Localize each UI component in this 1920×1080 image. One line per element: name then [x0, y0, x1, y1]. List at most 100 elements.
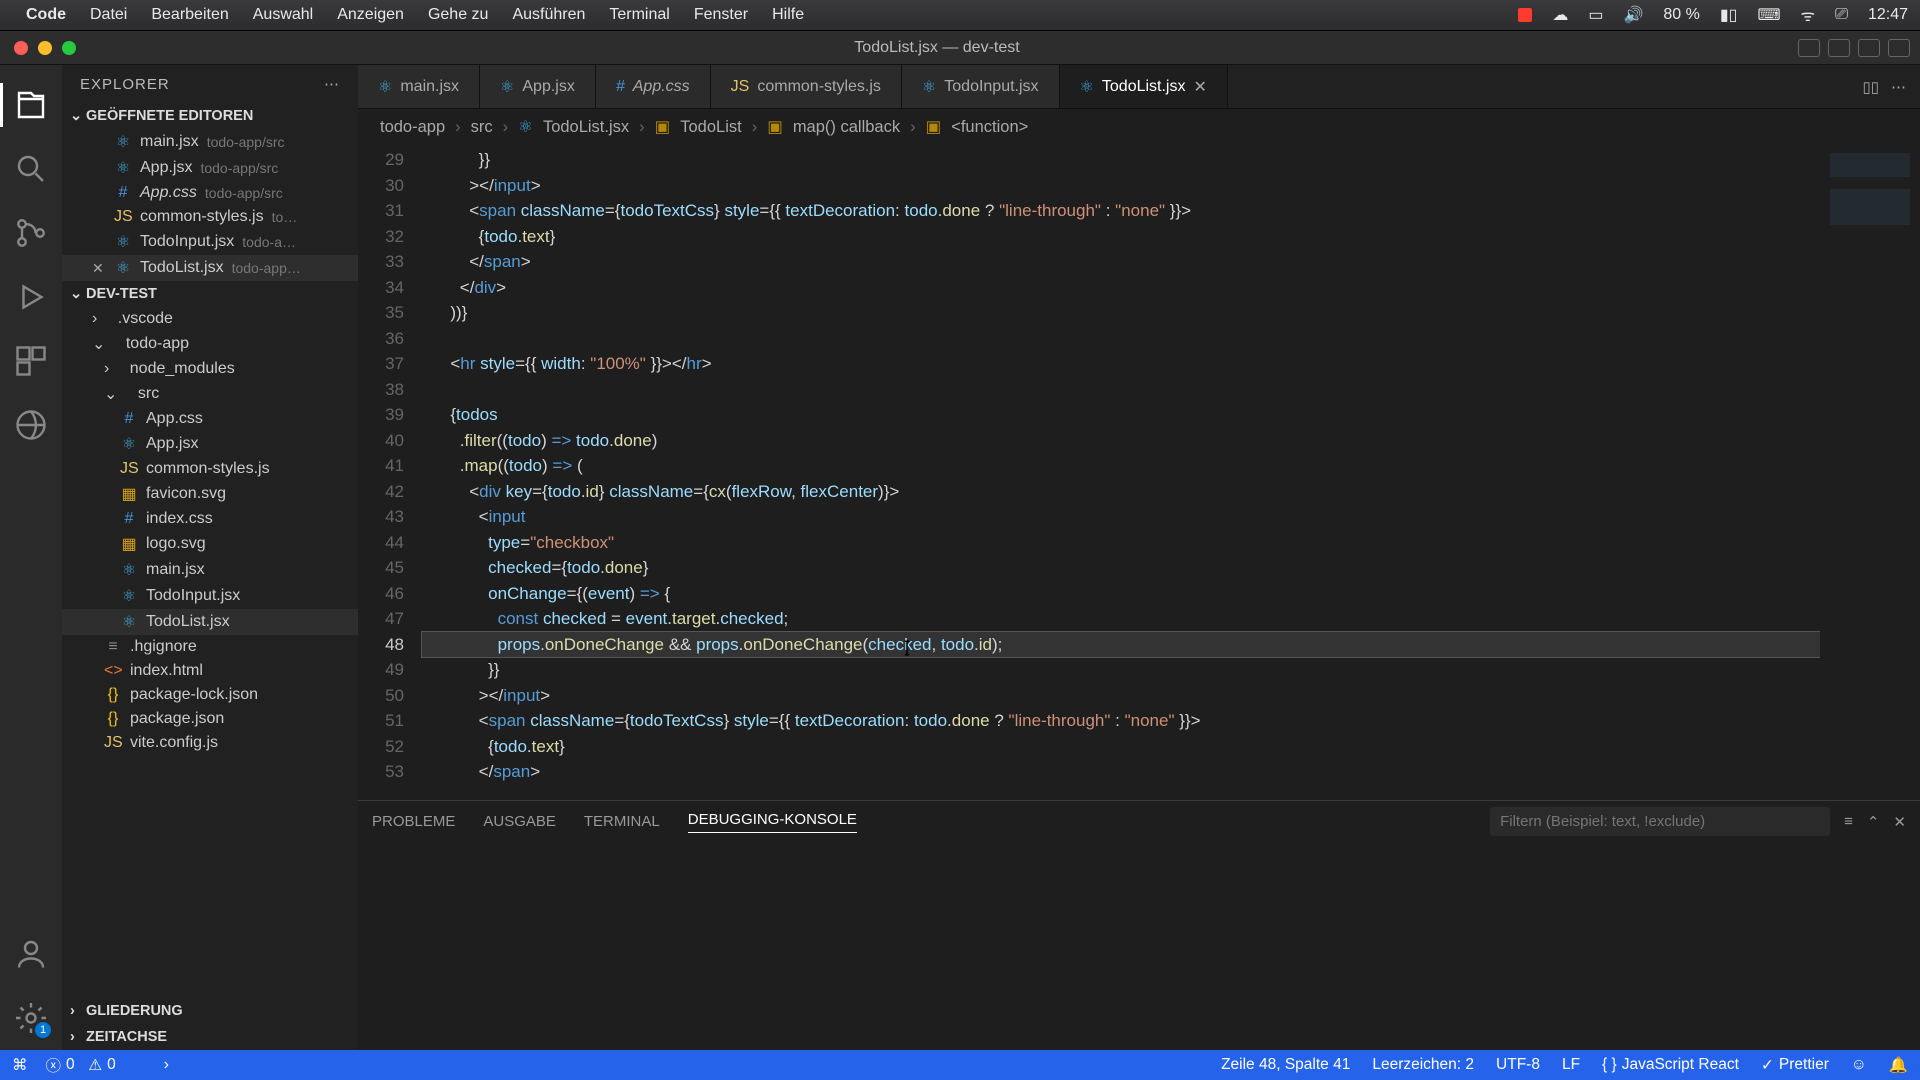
account-icon[interactable] [13, 936, 49, 972]
file-item[interactable]: {}package-lock.json [62, 683, 358, 707]
menu-terminal[interactable]: Terminal [609, 6, 669, 24]
close-panel-icon[interactable]: ✕ [1893, 813, 1906, 831]
editor-tab[interactable]: #App.css [596, 65, 711, 108]
status-language[interactable]: { } JavaScript React [1602, 1056, 1739, 1074]
editor-tab[interactable]: ⚛TodoList.jsx✕ [1060, 65, 1228, 108]
customize-layout-icon[interactable] [1888, 39, 1910, 57]
toggle-panel-left-icon[interactable] [1798, 39, 1820, 57]
status-errors[interactable]: ⓧ 0 ⚠ 0 [46, 1054, 116, 1076]
editor-tab[interactable]: JScommon-styles.js [711, 65, 902, 108]
open-editors-header[interactable]: ⌄GEÖFFNETE EDITOREN [62, 103, 358, 129]
panel-tab-terminal[interactable]: TERMINAL [584, 813, 660, 830]
file-item[interactable]: ⚛TodoList.jsx [62, 609, 358, 635]
run-debug-icon[interactable] [13, 279, 49, 315]
status-prettier[interactable]: ✓ Prettier [1761, 1056, 1829, 1075]
expand-panel-icon[interactable]: ⌃ [1867, 813, 1880, 831]
outline-header[interactable]: ›GLIEDERUNG [62, 998, 358, 1024]
menu-window[interactable]: Fenster [694, 6, 748, 24]
folder-src[interactable]: ⌄ src [62, 381, 358, 407]
menu-run[interactable]: Ausführen [512, 6, 585, 24]
status-eol[interactable]: LF [1562, 1056, 1580, 1074]
status-cursor-position[interactable]: Zeile 48, Spalte 41 [1221, 1056, 1350, 1074]
editor-tab[interactable]: ⚛App.jsx [480, 65, 596, 108]
keyboard-icon[interactable]: ⌨ [1757, 5, 1780, 25]
clock[interactable]: 12:47 [1868, 6, 1908, 24]
search-icon[interactable] [13, 151, 49, 187]
maximize-window-button[interactable] [62, 41, 76, 55]
file-item[interactable]: ⚛App.jsx [62, 431, 358, 457]
menu-view[interactable]: Anzeigen [337, 6, 404, 24]
extensions-icon[interactable] [13, 343, 49, 379]
toggle-panel-bottom-icon[interactable] [1828, 39, 1850, 57]
notifications-icon[interactable]: 🔔 [1889, 1056, 1908, 1075]
menu-edit[interactable]: Bearbeiten [151, 6, 228, 24]
open-editor-item[interactable]: ⚛main.jsx todo-app/src [62, 129, 358, 155]
file-item[interactable]: ⚛TodoInput.jsx [62, 583, 358, 609]
open-editor-item[interactable]: ✕⚛TodoList.jsx todo-app… [62, 255, 358, 281]
debug-filter-input[interactable] [1490, 807, 1830, 836]
folder-todo-app[interactable]: ⌄ todo-app [62, 331, 358, 357]
minimize-window-button[interactable] [38, 41, 52, 55]
folder-node-modules[interactable]: › node_modules [62, 357, 358, 381]
editor-tabs: ⚛main.jsx⚛App.jsx#App.cssJScommon-styles… [358, 65, 1920, 109]
file-icon: ⚛ [120, 560, 138, 580]
menu-selection[interactable]: Auswahl [253, 6, 313, 24]
more-actions-icon[interactable]: ⋯ [1891, 78, 1906, 96]
file-item[interactable]: ▦favicon.svg [62, 481, 358, 507]
menubar-app-name[interactable]: Code [26, 6, 66, 24]
source-control-icon[interactable] [13, 215, 49, 251]
file-item[interactable]: ≡.hgignore [62, 635, 358, 659]
menu-file[interactable]: Datei [90, 6, 127, 24]
split-editor-icon[interactable]: ▯▯ [1862, 78, 1879, 96]
status-indent[interactable]: Leerzeichen: 2 [1372, 1056, 1474, 1074]
file-item[interactable]: <>index.html [62, 659, 358, 683]
open-editor-item[interactable]: ⚛App.jsx todo-app/src [62, 155, 358, 181]
panel-tab-output[interactable]: AUSGABE [483, 813, 556, 830]
editor-tab[interactable]: ⚛TodoInput.jsx [902, 65, 1060, 108]
toggle-panel-right-icon[interactable] [1858, 39, 1880, 57]
file-item[interactable]: ⚛main.jsx [62, 557, 358, 583]
settings-gear-icon[interactable]: 1 [13, 1000, 49, 1036]
control-center-icon[interactable]: ⎚ [1835, 6, 1848, 24]
volume-icon[interactable]: 🔊 [1623, 5, 1643, 25]
file-item[interactable]: {}package.json [62, 707, 358, 731]
panel-tab-problems[interactable]: PROBLEME [372, 813, 455, 830]
bottom-panel: PROBLEME AUSGABE TERMINAL DEBUGGING-KONS… [358, 800, 1920, 1050]
status-encoding[interactable]: UTF-8 [1496, 1056, 1540, 1074]
remote-indicator[interactable]: ⌘ [12, 1056, 28, 1075]
file-item[interactable]: #index.css [62, 507, 358, 531]
code-editor[interactable]: 2930313233343536373839404142434445464748… [358, 145, 1920, 800]
open-editor-item[interactable]: JScommon-styles.js to… [62, 205, 358, 229]
workspace-header[interactable]: ⌄DEV-TEST [62, 281, 358, 307]
wifi-icon[interactable]: ᯤ [1801, 4, 1816, 26]
breadcrumbs[interactable]: todo-app› src› ⚛TodoList.jsx› ▣TodoList›… [358, 109, 1920, 145]
file-item[interactable]: JScommon-styles.js [62, 457, 358, 481]
file-icon: ⚛ [500, 77, 514, 97]
cloud-icon[interactable]: ☁ [1552, 5, 1568, 25]
remote-icon[interactable] [13, 407, 49, 443]
close-editor-icon[interactable]: ✕ [92, 260, 106, 277]
open-editor-item[interactable]: ⚛TodoInput.jsx todo-a… [62, 229, 358, 255]
open-editor-item[interactable]: #App.css todo-app/src [62, 181, 358, 205]
code-content[interactable]: }} ></input> <span className={todoTextCs… [422, 145, 1820, 800]
file-icon: JS [731, 78, 750, 96]
timeline-header[interactable]: ›ZEITACHSE [62, 1024, 358, 1050]
filter-icon[interactable]: ≡ [1844, 813, 1853, 830]
explorer-icon[interactable] [13, 87, 49, 123]
menu-go[interactable]: Gehe zu [428, 6, 488, 24]
breadcrumb-prompt-icon[interactable]: › [164, 1056, 169, 1074]
file-item[interactable]: JSvite.config.js [62, 731, 358, 755]
menu-help[interactable]: Hilfe [772, 6, 804, 24]
close-window-button[interactable] [14, 41, 28, 55]
panel-tab-debug-console[interactable]: DEBUGGING-KONSOLE [688, 811, 857, 833]
file-item[interactable]: #App.css [62, 407, 358, 431]
close-tab-icon[interactable]: ✕ [1193, 77, 1206, 97]
folder-vscode[interactable]: › .vscode [62, 307, 358, 331]
feedback-icon[interactable]: ☺ [1851, 1056, 1867, 1074]
explorer-more-icon[interactable]: ⋯ [324, 75, 340, 93]
file-item[interactable]: ▦logo.svg [62, 531, 358, 557]
file-icon: ⚛ [1080, 77, 1094, 97]
editor-tab[interactable]: ⚛main.jsx [358, 65, 480, 108]
display-icon[interactable]: ▭ [1588, 5, 1603, 25]
minimap[interactable] [1820, 145, 1920, 800]
